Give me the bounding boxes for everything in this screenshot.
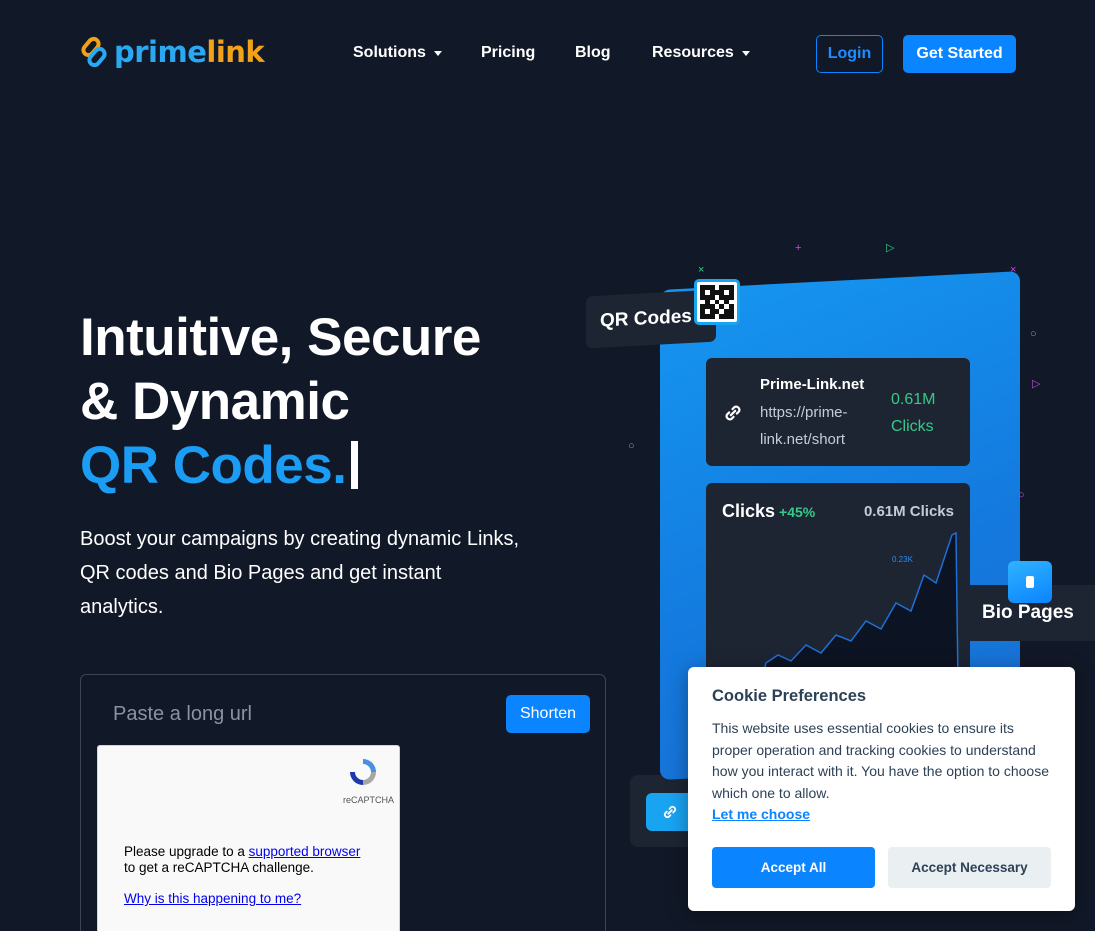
caret-down-icon <box>741 51 750 56</box>
cookie-description: This website uses essential cookies to e… <box>712 718 1052 826</box>
nav-pricing-label: Pricing <box>481 44 536 61</box>
recaptcha-arrows-icon <box>350 759 376 785</box>
cookie-title: Cookie Preferences <box>712 687 867 705</box>
chart-title: Clicks +45% <box>722 501 815 522</box>
long-url-input[interactable] <box>113 703 493 726</box>
circle-sparkle-icon: ○ <box>628 440 635 452</box>
link-card-url: https://prime-link.net/short <box>760 404 848 448</box>
cookie-text: This website uses essential cookies to e… <box>712 720 1050 801</box>
nav-resources-label: Resources <box>652 44 734 61</box>
link-card-clicks: 0.61M Clicks <box>891 386 935 440</box>
shorten-button[interactable]: Shorten <box>506 695 590 733</box>
link-card-name: Prime-Link.net <box>760 376 865 393</box>
get-started-button[interactable]: Get Started <box>903 35 1016 73</box>
supported-browser-link[interactable]: supported browser <box>249 844 361 859</box>
brand-name-part1: prime <box>114 35 207 69</box>
brand-logo[interactable]: primelink <box>80 34 265 70</box>
link-icon <box>663 805 677 819</box>
plus-sparkle-icon: + <box>795 242 802 254</box>
triangle-sparkle-icon: ▷ <box>886 242 895 254</box>
hero-title-accent: QR Codes. <box>80 436 347 495</box>
accept-necessary-button[interactable]: Accept Necessary <box>888 847 1051 888</box>
accept-all-button[interactable]: Accept All <box>712 847 875 888</box>
chart-title-text: Clicks <box>722 501 776 521</box>
nav-pricing[interactable]: Pricing <box>481 44 535 62</box>
nav-blog-label: Blog <box>575 44 611 61</box>
nav-blog[interactable]: Blog <box>575 44 611 62</box>
recaptcha-message-suffix: to get a reCAPTCHA challenge. <box>124 860 314 875</box>
nav-solutions-label: Solutions <box>353 44 426 61</box>
clicks-chart-card: Clicks +45% 0.61M Clicks 0.23K <box>706 483 970 683</box>
cross-sparkle-icon: × <box>698 264 705 276</box>
qr-code-icon <box>694 279 740 325</box>
login-button[interactable]: Login <box>816 35 883 73</box>
recaptcha-message: Please upgrade to a supported browser to… <box>124 844 360 876</box>
chart-change: +45% <box>779 504 816 520</box>
brand-name-part2: link <box>206 35 265 69</box>
circle-sparkle-icon: ○ <box>1018 489 1025 501</box>
chart-peak-label: 0.23K <box>892 555 913 564</box>
cookie-consent-panel: Cookie Preferences This website uses ess… <box>688 667 1075 911</box>
short-link-card: Prime-Link.net https://prime-link.net/sh… <box>706 358 970 466</box>
url-shortener-form: Shorten reCAPTCHA Please upgrade to a su… <box>80 674 606 931</box>
circle-sparkle-icon: ○ <box>1030 328 1037 340</box>
triangle-sparkle-icon: ▷ <box>1032 378 1041 390</box>
why-happening-link[interactable]: Why is this happening to me? <box>124 891 301 906</box>
recaptcha-message-prefix: Please upgrade to a <box>124 844 249 859</box>
link-icon <box>725 405 741 421</box>
hero-title-line2: & Dynamic <box>80 372 350 431</box>
recaptcha-widget: reCAPTCHA Please upgrade to a supported … <box>97 745 400 931</box>
link-card-clicks-value: 0.61M <box>891 391 936 408</box>
hero-title-line1: Intuitive, Secure <box>80 308 481 367</box>
hero-title: Intuitive, Secure & Dynamic QR Codes. <box>80 306 481 498</box>
hero-subtitle: Boost your campaigns by creating dynamic… <box>80 528 520 618</box>
link-badge <box>646 793 694 831</box>
caret-down-icon <box>433 51 442 56</box>
typing-cursor <box>351 441 359 489</box>
phone-icon <box>1008 561 1052 603</box>
cross-sparkle-icon: × <box>1010 264 1017 276</box>
let-me-choose-link[interactable]: Let me choose <box>712 804 810 826</box>
nav-resources[interactable]: Resources <box>652 44 750 62</box>
chart-total: 0.61M Clicks <box>863 503 954 520</box>
recaptcha-logo: reCAPTCHA <box>343 756 395 805</box>
recaptcha-brand-label: reCAPTCHA <box>343 795 395 805</box>
chain-link-logo-icon <box>81 36 107 68</box>
link-card-clicks-label: Clicks <box>891 418 934 435</box>
nav-solutions[interactable]: Solutions <box>353 44 442 62</box>
